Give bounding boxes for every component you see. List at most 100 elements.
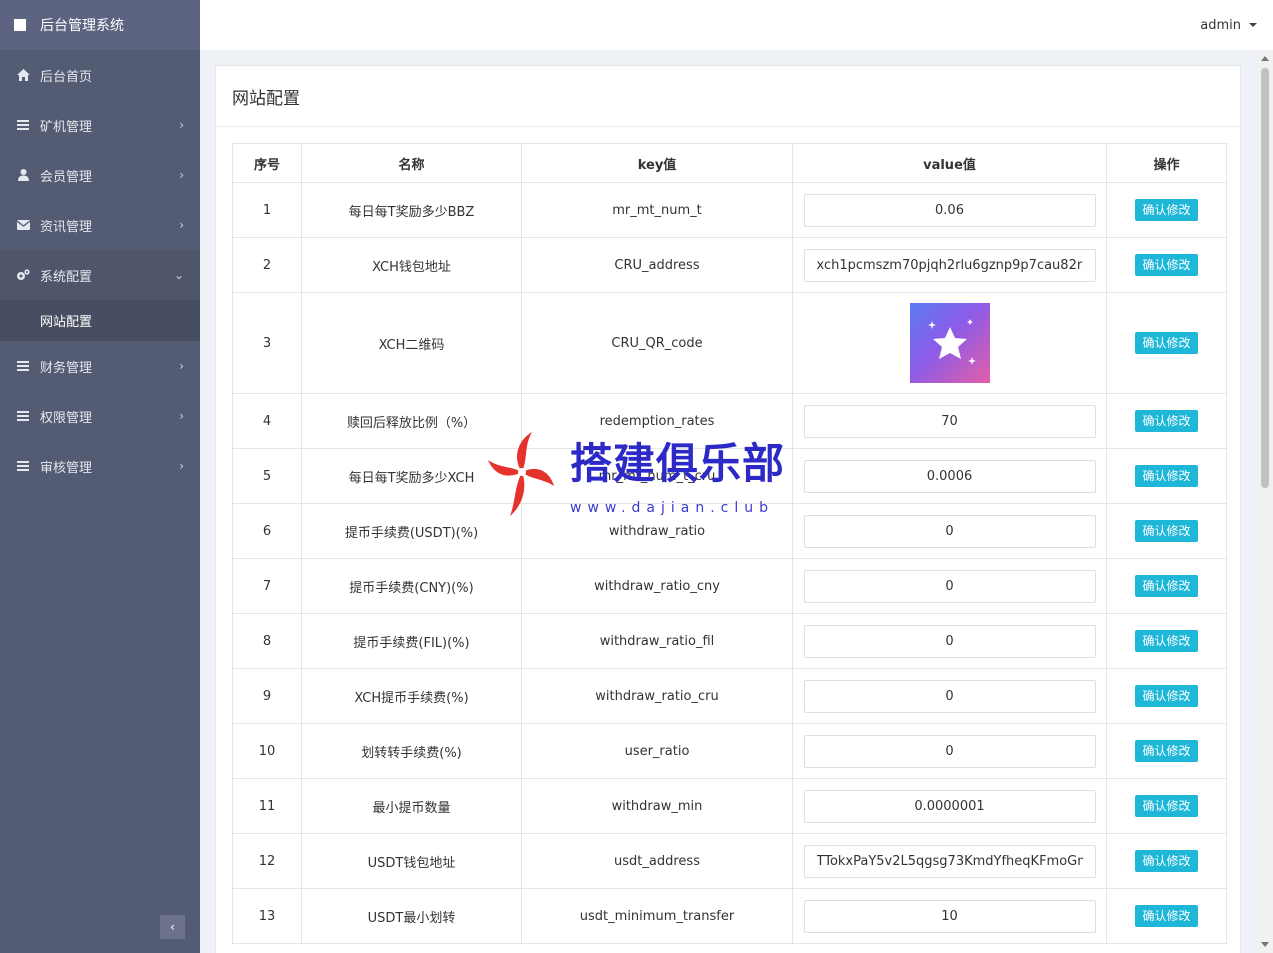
value-input[interactable] xyxy=(803,734,1096,768)
row-number: 1 xyxy=(232,182,302,238)
value-input[interactable] xyxy=(803,459,1096,493)
value-input[interactable] xyxy=(803,569,1096,603)
row-key: CRU_address xyxy=(521,237,793,293)
value-input[interactable] xyxy=(803,789,1096,823)
confirm-edit-button[interactable]: 确认修改 xyxy=(1135,410,1198,432)
row-key: usdt_minimum_transfer xyxy=(521,888,793,944)
sidebar-item-label: 矿机管理 xyxy=(40,119,93,135)
sidebar-collapse-button[interactable]: ‹ xyxy=(160,915,185,939)
row-action-cell: 确认修改 xyxy=(1106,448,1227,504)
column-header: 序号 xyxy=(232,143,302,183)
row-key: withdraw_ratio_fil xyxy=(521,613,793,669)
star-icon xyxy=(927,319,976,365)
column-header: 操作 xyxy=(1106,143,1227,183)
brand[interactable]: 后台管理系统 xyxy=(0,0,200,50)
row-action-cell: 确认修改 xyxy=(1106,558,1227,614)
confirm-edit-button[interactable]: 确认修改 xyxy=(1135,332,1198,354)
row-name: XCH钱包地址 xyxy=(301,237,522,293)
list-icon xyxy=(16,361,30,371)
row-value-cell xyxy=(792,723,1107,779)
sidebar-item-label: 审核管理 xyxy=(40,460,93,476)
table-row: 9 XCH提币手续费(%) withdraw_ratio_cru 确认修改 xyxy=(232,668,1227,724)
confirm-edit-button[interactable]: 确认修改 xyxy=(1135,795,1198,817)
sidebar-item-home[interactable]: 后台首页 xyxy=(0,50,200,100)
row-value-cell xyxy=(792,503,1107,559)
table-header-row: 序号 名称 key值 value值 操作 xyxy=(232,143,1227,183)
confirm-edit-button[interactable]: 确认修改 xyxy=(1135,575,1198,597)
table-row: 8 提币手续费(FIL)(%) withdraw_ratio_fil 确认修改 xyxy=(232,613,1227,669)
caret-down-icon[interactable] xyxy=(1249,23,1257,27)
scroll-thumb[interactable] xyxy=(1261,68,1269,488)
scroll-up-arrow-icon[interactable] xyxy=(1261,56,1269,61)
row-name: 每日每T奖励多少XCH xyxy=(301,448,522,504)
sidebar-item-news[interactable]: 资讯管理 › xyxy=(0,200,200,250)
row-key: mr_mt_num_t_cru xyxy=(521,448,793,504)
chevron-right-icon: › xyxy=(179,359,184,373)
table-row: 1 每日每T奖励多少BBZ mr_mt_num_t 确认修改 xyxy=(232,182,1227,238)
sidebar-item-label: 权限管理 xyxy=(40,410,93,426)
table-row: 6 提币手续费(USDT)(%) withdraw_ratio 确认修改 xyxy=(232,503,1227,559)
value-input[interactable] xyxy=(803,514,1096,548)
column-header: value值 xyxy=(792,143,1107,183)
sidebar-item-review[interactable]: 审核管理 › xyxy=(0,441,200,491)
confirm-edit-button[interactable]: 确认修改 xyxy=(1135,254,1198,276)
config-card: 网站配置 序号 名称 key值 value值 操作 1 每日每T奖励多少BBZ … xyxy=(215,65,1241,953)
table-row: 2 XCH钱包地址 CRU_address 确认修改 xyxy=(232,237,1227,293)
confirm-edit-button[interactable]: 确认修改 xyxy=(1135,520,1198,542)
table-row: 11 最小提币数量 withdraw_min 确认修改 xyxy=(232,778,1227,834)
sidebar-item-label: 系统配置 xyxy=(40,269,93,285)
page-scrollbar[interactable] xyxy=(1257,50,1273,953)
row-action-cell: 确认修改 xyxy=(1106,613,1227,669)
sidebar-item-system-config[interactable]: 系统配置 ⌄ xyxy=(0,250,200,300)
qr-code-image[interactable] xyxy=(909,303,990,383)
value-input[interactable] xyxy=(803,404,1096,438)
value-input[interactable] xyxy=(803,679,1096,713)
row-key: CRU_QR_code xyxy=(521,292,793,394)
row-key: redemption_rates xyxy=(521,393,793,449)
sidebar-subitem-site-config[interactable]: 网站配置 xyxy=(0,300,200,341)
confirm-edit-button[interactable]: 确认修改 xyxy=(1135,905,1198,927)
confirm-edit-button[interactable]: 确认修改 xyxy=(1135,199,1198,221)
user-icon xyxy=(16,169,30,181)
value-input[interactable] xyxy=(803,624,1096,658)
row-number: 4 xyxy=(232,393,302,449)
row-number: 7 xyxy=(232,558,302,614)
row-value-cell xyxy=(792,613,1107,669)
confirm-edit-button[interactable]: 确认修改 xyxy=(1135,685,1198,707)
confirm-edit-button[interactable]: 确认修改 xyxy=(1135,740,1198,762)
row-value-cell xyxy=(792,668,1107,724)
value-input[interactable] xyxy=(803,248,1096,282)
sidebar-item-label: 资讯管理 xyxy=(40,219,93,235)
table-row: 13 USDT最小划转 usdt_minimum_transfer 确认修改 xyxy=(232,888,1227,944)
sidebar-item-label: 会员管理 xyxy=(40,169,93,185)
row-number: 9 xyxy=(232,668,302,724)
sidebar-item-permissions[interactable]: 权限管理 › xyxy=(0,391,200,441)
value-input[interactable] xyxy=(803,899,1096,933)
cogs-icon xyxy=(16,269,30,281)
row-number: 3 xyxy=(232,292,302,394)
row-value-cell xyxy=(792,448,1107,504)
sidebar-item-miners[interactable]: 矿机管理 › xyxy=(0,100,200,150)
row-key: usdt_address xyxy=(521,833,793,889)
sidebar-item-label: 财务管理 xyxy=(40,360,93,376)
scroll-down-arrow-icon[interactable] xyxy=(1261,942,1269,947)
row-name: 划转转手续费(%) xyxy=(301,723,522,779)
app-title: 后台管理系统 xyxy=(40,18,124,34)
value-input[interactable] xyxy=(803,193,1096,227)
row-key: withdraw_ratio xyxy=(521,503,793,559)
user-menu[interactable]: admin xyxy=(1200,18,1241,33)
table-row: 12 USDT钱包地址 usdt_address 确认修改 xyxy=(232,833,1227,889)
sidebar-item-members[interactable]: 会员管理 › xyxy=(0,150,200,200)
row-name: 提币手续费(FIL)(%) xyxy=(301,613,522,669)
row-name: USDT钱包地址 xyxy=(301,833,522,889)
confirm-edit-button[interactable]: 确认修改 xyxy=(1135,850,1198,872)
row-action-cell: 确认修改 xyxy=(1106,393,1227,449)
row-number: 12 xyxy=(232,833,302,889)
row-number: 10 xyxy=(232,723,302,779)
list-icon xyxy=(16,461,30,471)
confirm-edit-button[interactable]: 确认修改 xyxy=(1135,630,1198,652)
config-table: 序号 名称 key值 value值 操作 1 每日每T奖励多少BBZ mr_mt… xyxy=(232,143,1227,944)
value-input[interactable] xyxy=(803,844,1096,878)
sidebar-item-finance[interactable]: 财务管理 › xyxy=(0,341,200,391)
confirm-edit-button[interactable]: 确认修改 xyxy=(1135,465,1198,487)
